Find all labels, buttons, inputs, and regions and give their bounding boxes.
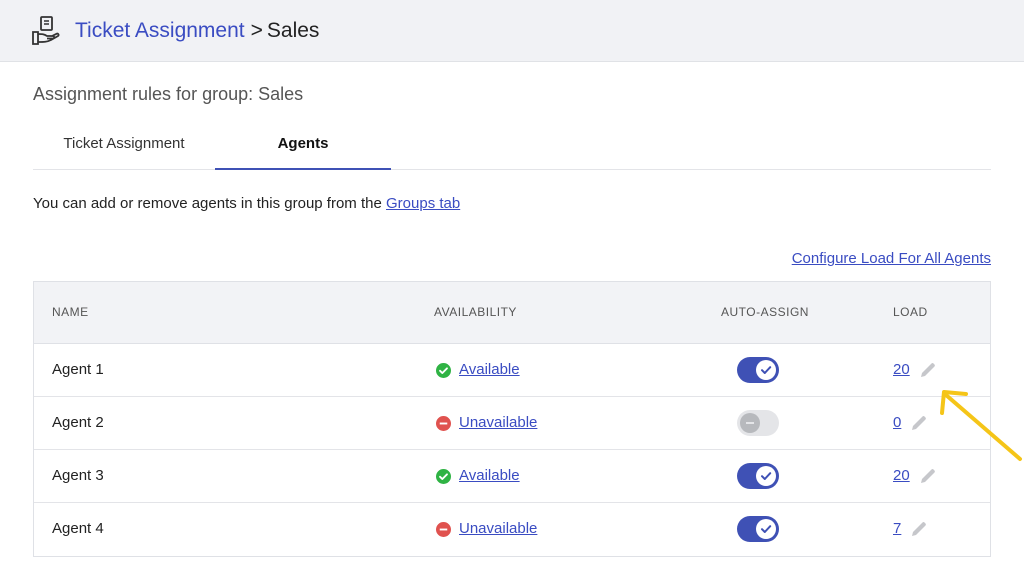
breadcrumb-separator: >	[250, 19, 263, 42]
agent-name: Agent 1	[52, 361, 104, 378]
check-icon	[761, 525, 772, 533]
table-header: NAME AVAILABILITY AUTO-ASSIGN LOAD	[34, 282, 990, 344]
auto-assign-toggle[interactable]	[737, 357, 779, 383]
availability-cell: Available	[436, 344, 520, 396]
load-value-link[interactable]: 7	[893, 503, 901, 555]
toggle-knob-minus-icon	[740, 413, 760, 433]
header-availability: AVAILABILITY	[434, 305, 517, 319]
pencil-icon[interactable]	[909, 413, 929, 433]
availability-cell: Unavailable	[436, 397, 537, 449]
info-text: You can add or remove agents in this gro…	[33, 195, 460, 212]
tab-bar: Ticket Assignment Agents	[33, 124, 991, 170]
load-cell: 0	[893, 397, 929, 449]
auto-assign-toggle[interactable]	[737, 463, 779, 489]
table-row: Agent 3 Available 20	[34, 450, 990, 503]
annotation-arrow-icon	[940, 390, 1022, 461]
configure-load-link[interactable]: Configure Load For All Agents	[792, 250, 991, 267]
minus-circle-icon	[436, 521, 451, 537]
load-value-link[interactable]: 0	[893, 397, 901, 449]
auto-assign-toggle[interactable]	[737, 516, 779, 542]
breadcrumb-ticket-assignment[interactable]: Ticket Assignment	[75, 19, 245, 42]
page-header: Ticket Assignment > Sales	[0, 0, 1024, 62]
header-name: NAME	[52, 305, 89, 319]
check-circle-icon	[436, 468, 451, 484]
availability-link[interactable]: Unavailable	[459, 397, 537, 449]
info-text-body: You can add or remove agents in this gro…	[33, 195, 386, 212]
groups-tab-link[interactable]: Groups tab	[386, 195, 460, 212]
availability-cell: Unavailable	[436, 503, 537, 555]
hand-ticket-icon	[32, 16, 60, 45]
tab-agents[interactable]: Agents	[215, 124, 391, 170]
tab-ticket-assignment[interactable]: Ticket Assignment	[33, 124, 215, 170]
availability-cell: Available	[436, 450, 520, 502]
section-title: Assignment rules for group: Sales	[33, 84, 304, 104]
availability-link[interactable]: Available	[459, 450, 520, 502]
agents-table: NAME AVAILABILITY AUTO-ASSIGN LOAD Agent…	[33, 281, 991, 557]
table-body: Agent 1 Available 20 Agent 2 Unavailable 0 Age…	[34, 344, 990, 556]
load-value-link[interactable]: 20	[893, 344, 910, 396]
header-auto-assign: AUTO-ASSIGN	[721, 305, 809, 319]
auto-assign-toggle[interactable]	[737, 410, 779, 436]
check-circle-icon	[436, 362, 451, 378]
header-load: LOAD	[893, 305, 928, 319]
table-row: Agent 4 Unavailable 7	[34, 503, 990, 556]
load-cell: 7	[893, 503, 929, 555]
minus-icon	[746, 422, 754, 424]
agent-name: Agent 3	[52, 467, 104, 484]
table-row: Agent 2 Unavailable 0	[34, 397, 990, 450]
toggle-knob-check-icon	[756, 360, 776, 380]
availability-link[interactable]: Unavailable	[459, 503, 537, 555]
pencil-icon[interactable]	[918, 360, 938, 380]
agent-name: Agent 2	[52, 414, 104, 431]
breadcrumb-current: Sales	[266, 19, 320, 42]
breadcrumb: Ticket Assignment > Sales	[75, 18, 319, 44]
toggle-knob-check-icon	[756, 466, 776, 486]
toggle-knob-check-icon	[756, 519, 776, 539]
pencil-icon[interactable]	[918, 466, 938, 486]
load-cell: 20	[893, 450, 938, 502]
load-value-link[interactable]: 20	[893, 450, 910, 502]
agent-name: Agent 4	[52, 520, 104, 537]
table-row: Agent 1 Available 20	[34, 344, 990, 397]
check-icon	[761, 472, 772, 480]
pencil-icon[interactable]	[909, 519, 929, 539]
load-cell: 20	[893, 344, 938, 396]
availability-link[interactable]: Available	[459, 344, 520, 396]
check-icon	[761, 366, 772, 374]
minus-circle-icon	[436, 415, 451, 431]
